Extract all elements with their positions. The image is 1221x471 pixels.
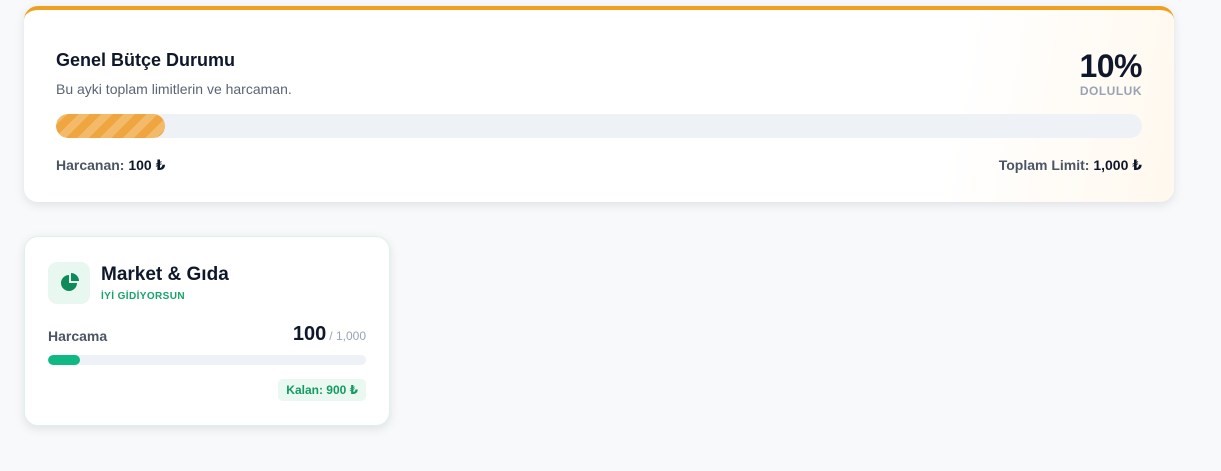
- overview-percent-label: DOLULUK: [1079, 84, 1142, 98]
- category-remaining-badge: Kalan: 900 ₺: [278, 379, 366, 401]
- overview-spent-value: 100 ₺: [128, 157, 166, 173]
- overview-subtitle: Bu ayki toplam limitlerin ve harcaman.: [56, 81, 292, 97]
- category-spent: 100: [292, 323, 327, 345]
- overview-limit-value: 1,000 ₺: [1093, 157, 1142, 173]
- category-limit: / 1,000: [329, 329, 366, 343]
- category-name: Market & Gıda: [101, 264, 229, 285]
- overview-limit-label: Toplam Limit:: [998, 157, 1090, 173]
- budget-overview-card: Genel Bütçe Durumu Bu ayki toplam limitl…: [24, 6, 1174, 202]
- pie-chart-icon: [48, 262, 90, 304]
- category-spend-label: Harcama: [48, 328, 108, 344]
- overview-progress-track: [56, 114, 1142, 138]
- category-card-market[interactable]: Market & Gıda İYİ GİDİYORSUN Harcama 100…: [24, 236, 390, 426]
- overview-title: Genel Bütçe Durumu: [56, 50, 236, 70]
- overview-spent: Harcanan: 100 ₺: [56, 157, 165, 174]
- category-progress-fill: [48, 355, 80, 365]
- category-amounts: 100/ 1,000: [293, 323, 366, 346]
- overview-progress-fill: [56, 114, 165, 138]
- overview-percent: 10%: [1079, 48, 1142, 84]
- overview-limit: Toplam Limit: 1,000 ₺: [999, 157, 1142, 174]
- overview-spent-label: Harcanan:: [56, 157, 125, 173]
- category-status: İYİ GİDİYORSUN: [101, 291, 185, 302]
- category-progress-track: [48, 355, 366, 365]
